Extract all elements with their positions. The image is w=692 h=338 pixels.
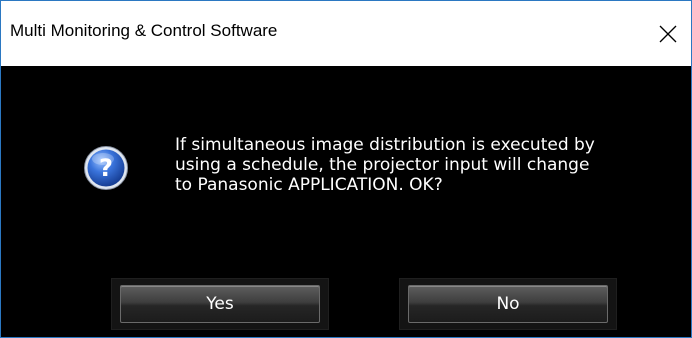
question-icon: ?: [84, 146, 128, 190]
no-button-frame: No: [399, 278, 617, 330]
message-line: using a schedule, the projector input wi…: [175, 155, 590, 175]
window-title: Multi Monitoring & Control Software: [10, 21, 278, 40]
title-bar[interactable]: Multi Monitoring & Control Software: [1, 1, 691, 66]
dialog-window: Multi Monitoring & Control Software ? If…: [0, 0, 692, 338]
yes-button-frame: Yes: [111, 278, 329, 330]
close-button[interactable]: [645, 1, 691, 66]
yes-button[interactable]: Yes: [120, 285, 320, 323]
no-button[interactable]: No: [408, 285, 608, 323]
dialog-content: ? If simultaneous image distribution is …: [1, 66, 691, 337]
svg-text:?: ?: [99, 154, 113, 182]
message-line: to Panasonic APPLICATION. OK?: [175, 175, 443, 195]
message-line: If simultaneous image distribution is ex…: [175, 135, 595, 155]
dialog-message: If simultaneous image distribution is ex…: [175, 135, 675, 195]
close-icon: [659, 25, 677, 42]
